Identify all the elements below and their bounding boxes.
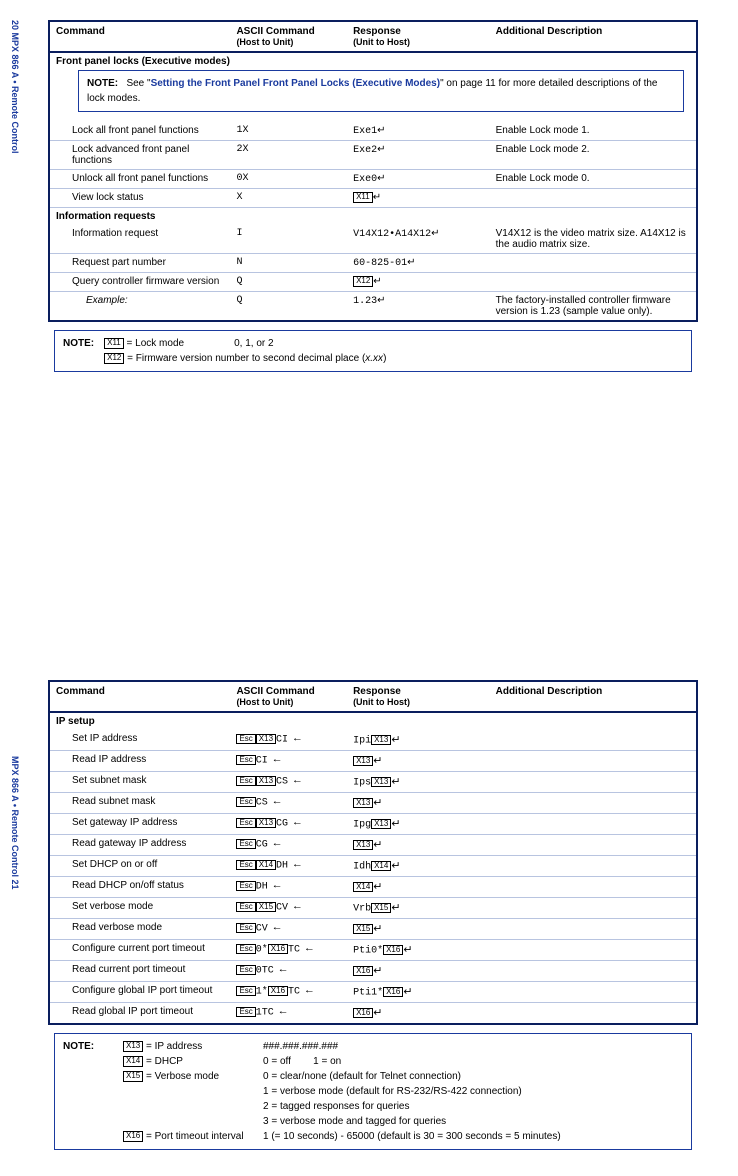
- table-row: View lock statusXX11↵: [49, 189, 697, 208]
- table-row: Query controller firmware versionQX12↵: [49, 273, 697, 292]
- side-label-1: 20 MPX 866 A • Remote Control: [10, 20, 24, 420]
- table-row: Read global IP port timeoutEsc1TC ←X16↵: [49, 1003, 697, 1025]
- table-row: Configure current port timeoutEsc0*X16TC…: [49, 940, 697, 961]
- page-21: MPX 866 A • Remote Control 21 Command AS…: [0, 660, 738, 1176]
- note-locks: NOTE: See "Setting the Front Panel Front…: [78, 70, 684, 112]
- hdr-response: Response: [347, 21, 490, 37]
- hdr-ascii: ASCII Command: [230, 21, 347, 37]
- table-row: Information requestIV14X12•A14X12↵V14X12…: [49, 225, 697, 254]
- section-locks: Front panel locks (Executive modes): [49, 52, 697, 70]
- table-row: Lock advanced front panel functions2XExe…: [49, 141, 697, 170]
- section-info: Information requests: [49, 208, 697, 226]
- table-row: Request part numberN60-825-01↵: [49, 254, 697, 273]
- note-box-1: NOTE: X11 = Lock mode 0, 1, or 2 X12 = F…: [54, 330, 692, 372]
- note-box-2: NOTE: X13 = IP address X14 = DHCP X15 = …: [54, 1033, 692, 1150]
- table-row: Read DHCP on/off statusEscDH ←X14↵: [49, 877, 697, 898]
- section-ip: IP setup: [49, 712, 697, 730]
- side-label-2: MPX 866 A • Remote Control 21: [10, 756, 24, 1156]
- table-row: Read current port timeoutEsc0TC ←X16↵: [49, 961, 697, 982]
- page-20: 20 MPX 866 A • Remote Control Command AS…: [0, 0, 738, 480]
- table-row: Unlock all front panel functions0XExe0↵E…: [49, 170, 697, 189]
- table-row: Read verbose modeEscCV ←X15↵: [49, 919, 697, 940]
- table-row: Read IP addressEscCI ←X13↵: [49, 751, 697, 772]
- command-table-1: Command ASCII Command Response Additiona…: [48, 20, 698, 322]
- table-row: Read gateway IP addressEscCG ←X13↵: [49, 835, 697, 856]
- link-exec-modes[interactable]: Setting the Front Panel Front Panel Lock…: [151, 78, 441, 89]
- command-table-2: Command ASCII Command Response Additiona…: [48, 680, 698, 1025]
- table-row: Read subnet maskEscCS ←X13↵: [49, 793, 697, 814]
- hdr-resp-sub: (Unit to Host): [347, 37, 490, 52]
- table-row: Set gateway IP addressEscX13CG ←IpgX13↵: [49, 814, 697, 835]
- hdr-desc: Additional Description: [490, 21, 697, 37]
- table-row: Set IP addressEscX13CI ←IpiX13↵: [49, 730, 697, 751]
- table-row: Example:Q1.23↵The factory-installed cont…: [49, 292, 697, 322]
- table-row: Lock all front panel functions1XExe1↵Ena…: [49, 122, 697, 141]
- table-row: Configure global IP port timeoutEsc1*X16…: [49, 982, 697, 1003]
- table-row: Set subnet maskEscX13CS ←IpsX13↵: [49, 772, 697, 793]
- table-row: Set DHCP on or offEscX14DH ←IdhX14↵: [49, 856, 697, 877]
- hdr-command: Command: [49, 21, 230, 37]
- table-row: Set verbose modeEscX15CV ←VrbX15↵: [49, 898, 697, 919]
- hdr-ascii-sub: (Host to Unit): [230, 37, 347, 52]
